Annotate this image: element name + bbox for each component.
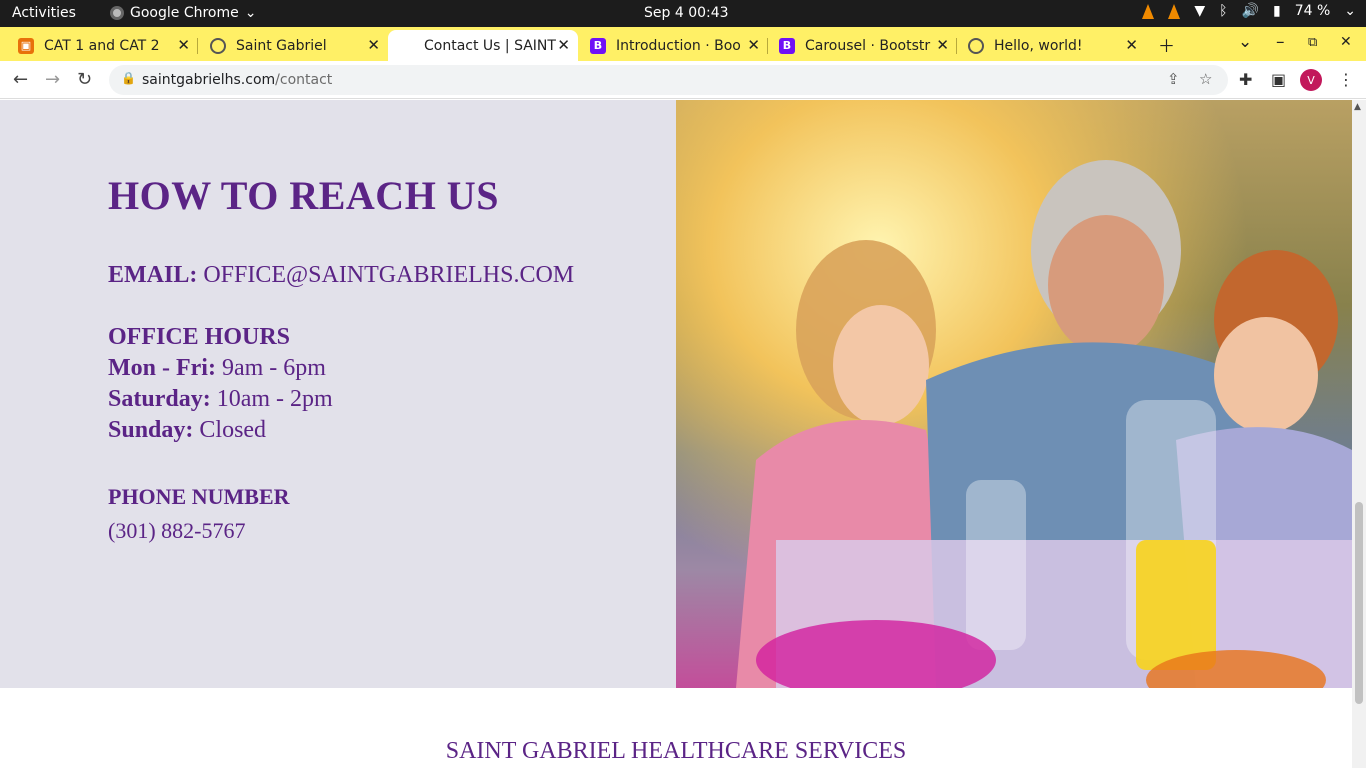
hours-sunday: Sunday: Closed <box>108 417 266 444</box>
restore-icon[interactable]: ⧉ <box>1308 35 1317 50</box>
tab-cat[interactable]: ▣ CAT 1 and CAT 2 ✕ <box>0 30 198 61</box>
side-panel-icon[interactable]: ▣ <box>1271 70 1286 89</box>
avatar[interactable]: V <box>1300 69 1322 91</box>
bootstrap-icon: B <box>590 37 606 54</box>
saturday-label: Saturday: <box>108 386 211 412</box>
reload-icon[interactable]: ↻ <box>77 69 92 90</box>
slides-icon: ▣ <box>18 37 34 54</box>
url-text[interactable]: saintgabrielhs.com/contact <box>142 72 332 88</box>
window-close-icon[interactable]: ✕ <box>1340 34 1352 50</box>
weekday-label: Mon - Fri: <box>108 355 216 381</box>
tab-title: Introduction · Boo <box>616 37 741 54</box>
close-icon[interactable]: ✕ <box>557 36 570 54</box>
close-icon[interactable]: ✕ <box>177 36 190 54</box>
email-link[interactable]: OFFICE@SAINTGABRIELHS.COM <box>203 262 574 288</box>
tab-title: Hello, world! <box>994 37 1083 54</box>
page-title: HOW TO REACH US <box>108 173 499 218</box>
footer-title: SAINT GABRIEL HEALTHCARE SERVICES <box>445 738 907 764</box>
weekday-hours: 9am - 6pm <box>221 355 326 381</box>
app-name: Google Chrome <box>130 5 239 21</box>
sunday-label: Sunday: <box>108 417 194 443</box>
new-tab-icon[interactable]: ＋ <box>1158 32 1175 57</box>
tab-title: Carousel · Bootstr <box>805 37 931 54</box>
chevron-down-icon: ⌄ <box>1344 3 1356 19</box>
tab-hello-world[interactable]: Hello, world! ✕ <box>956 30 1146 61</box>
system-tray[interactable]: ▼ ᛒ 🔊 ▮ 74 % ⌄ <box>1142 3 1356 19</box>
share-icon[interactable]: ⇪ <box>1167 70 1180 88</box>
activities-button[interactable]: Activities <box>12 5 76 21</box>
battery-percent: 74 % <box>1294 3 1331 19</box>
email-line: EMAIL: OFFICE@SAINTGABRIELHS.COM <box>108 262 574 289</box>
minimize-icon[interactable]: – <box>1276 32 1285 52</box>
lock-icon[interactable]: 🔒 <box>121 71 136 85</box>
close-icon[interactable]: ✕ <box>367 36 380 54</box>
tab-search-icon[interactable]: ⌄ <box>1238 32 1252 52</box>
saturday-hours: 10am - 2pm <box>216 386 333 412</box>
phone-heading: PHONE NUMBER <box>108 484 290 509</box>
page-scrollbar[interactable]: ▲ <box>1352 100 1366 768</box>
bookmark-star-icon[interactable]: ☆ <box>1199 70 1212 88</box>
family-photo <box>676 100 1352 688</box>
extensions-icon[interactable]: ✚ <box>1239 70 1252 89</box>
tab-carousel[interactable]: B Carousel · Bootstr ✕ <box>767 30 957 61</box>
sunday-hours: Closed <box>199 417 267 443</box>
url-path: /contact <box>275 72 333 88</box>
contact-panel: HOW TO REACH US EMAIL: OFFICE@SAINTGABRI… <box>0 100 676 688</box>
wifi-icon: ▼ <box>1194 3 1206 19</box>
clock[interactable]: Sep 4 00:43 <box>644 5 729 21</box>
phone-number[interactable]: (301) 882-5767 <box>108 518 245 544</box>
chrome-icon <box>110 6 124 20</box>
tab-introduction[interactable]: B Introduction · Boo ✕ <box>578 30 768 61</box>
vlc-icon[interactable] <box>1142 3 1155 19</box>
tab-title: CAT 1 and CAT 2 <box>44 37 160 54</box>
battery-icon: ▮ <box>1272 3 1281 19</box>
menu-kebab-icon[interactable]: ⋮ <box>1338 70 1354 89</box>
office-hours-heading: OFFICE HOURS <box>108 324 291 350</box>
chevron-down-icon: ⌄ <box>244 5 257 21</box>
page-content: HOW TO REACH US EMAIL: OFFICE@SAINTGABRI… <box>0 100 1352 768</box>
vlc-icon[interactable] <box>1168 3 1181 19</box>
tab-strip: ▣ CAT 1 and CAT 2 ✕ Saint Gabriel ✕ Cont… <box>0 27 1366 61</box>
tab-saint-gabriel[interactable]: Saint Gabriel ✕ <box>192 30 388 61</box>
system-top-bar: Activities Google Chrome ⌄ Sep 4 00:43 ▼… <box>0 0 1366 27</box>
close-icon[interactable]: ✕ <box>747 36 760 54</box>
browser-toolbar: ← → ↻ 🔒 saintgabrielhs.com/contact ⇪ ☆ ✚… <box>0 61 1366 99</box>
globe-icon <box>210 37 226 54</box>
globe-icon <box>968 37 984 54</box>
email-label: EMAIL: <box>108 262 198 288</box>
tab-title: Contact Us | SAINT <box>424 37 556 54</box>
close-icon[interactable]: ✕ <box>1125 36 1138 54</box>
bluetooth-icon: ᛒ <box>1219 3 1228 19</box>
url-host: saintgabrielhs.com <box>142 72 276 88</box>
photo-illustration <box>736 160 1352 688</box>
forward-arrow-icon[interactable]: → <box>45 69 60 90</box>
scroll-up-arrow-icon[interactable]: ▲ <box>1354 102 1361 112</box>
volume-icon: 🔊 <box>1241 3 1259 19</box>
back-arrow-icon[interactable]: ← <box>13 69 28 90</box>
hours-saturday: Saturday: 10am - 2pm <box>108 386 333 413</box>
bootstrap-icon: B <box>779 37 795 54</box>
hours-weekday: Mon - Fri: 9am - 6pm <box>108 355 326 382</box>
tab-contact-us[interactable]: Contact Us | SAINT ✕ <box>388 30 578 61</box>
address-bar[interactable]: 🔒 saintgabrielhs.com/contact ⇪ ☆ <box>109 65 1228 95</box>
close-icon[interactable]: ✕ <box>936 36 949 54</box>
tab-title: Saint Gabriel <box>236 37 327 54</box>
app-menu[interactable]: Google Chrome ⌄ <box>110 5 256 21</box>
scrollbar-thumb[interactable] <box>1355 502 1363 704</box>
